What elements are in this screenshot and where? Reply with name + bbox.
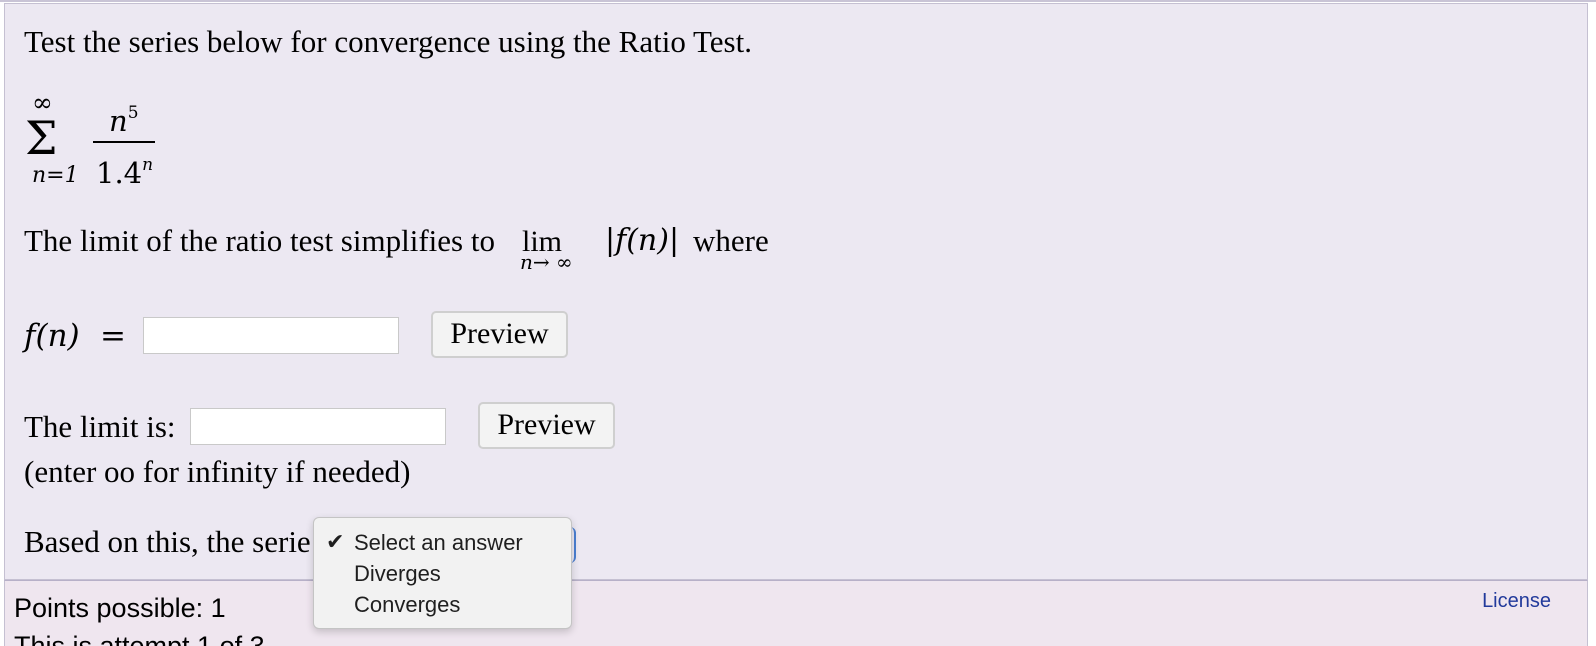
limit-hint: (enter oo for infinity if needed) bbox=[24, 454, 411, 489]
abs-f-of-n: |f(n)| bbox=[605, 223, 680, 258]
numerator-exponent: 5 bbox=[127, 103, 139, 123]
top-divider bbox=[0, 0, 1596, 2]
fraction-bar bbox=[93, 141, 155, 143]
numerator-base: n bbox=[109, 104, 128, 138]
checkmark-icon: ✔ bbox=[326, 530, 345, 555]
equals-sign: = bbox=[100, 318, 126, 354]
fn-preview-button[interactable]: Preview bbox=[431, 311, 568, 358]
series-lower-limit: n=1 bbox=[32, 163, 79, 188]
series-denominator: 1.4n bbox=[96, 149, 153, 189]
license-link[interactable]: License bbox=[1482, 590, 1551, 613]
fn-label: f(n) bbox=[24, 318, 80, 354]
limit-input[interactable] bbox=[190, 408, 446, 445]
denominator-base: 1.4 bbox=[96, 156, 143, 190]
series-numerator: n5 bbox=[109, 97, 139, 137]
fn-input[interactable] bbox=[143, 317, 399, 354]
question-prompt: Test the series below for convergence us… bbox=[24, 24, 752, 59]
limit-label: The limit is: bbox=[24, 409, 176, 444]
limit-sentence-text: The limit of the ratio test simplifies t… bbox=[24, 223, 495, 258]
conclusion-text: Based on this, the serie bbox=[24, 524, 311, 559]
limit-preview-button[interactable]: Preview bbox=[478, 402, 615, 449]
limit-sentence-where: where bbox=[693, 223, 769, 258]
question-footer: Points possible: 1 This is attempt 1 of … bbox=[4, 580, 1588, 646]
series-conclusion-select-menu[interactable]: ✔ Select an answer Diverges Converges bbox=[313, 517, 572, 629]
page: Test the series below for convergence us… bbox=[0, 0, 1596, 646]
attempt-info: This is attempt 1 of 3 bbox=[14, 631, 265, 646]
points-possible: Points possible: 1 bbox=[14, 593, 226, 623]
question-panel: Test the series below for convergence us… bbox=[4, 3, 1588, 580]
select-option-select-an-answer[interactable]: Select an answer bbox=[354, 528, 523, 558]
lim-subscript: n→ ∞ bbox=[520, 250, 573, 274]
denominator-exponent: n bbox=[142, 155, 154, 175]
sigma-symbol: Σ bbox=[25, 111, 58, 165]
select-option-diverges[interactable]: Diverges bbox=[354, 559, 441, 589]
select-option-converges[interactable]: Converges bbox=[354, 590, 460, 620]
